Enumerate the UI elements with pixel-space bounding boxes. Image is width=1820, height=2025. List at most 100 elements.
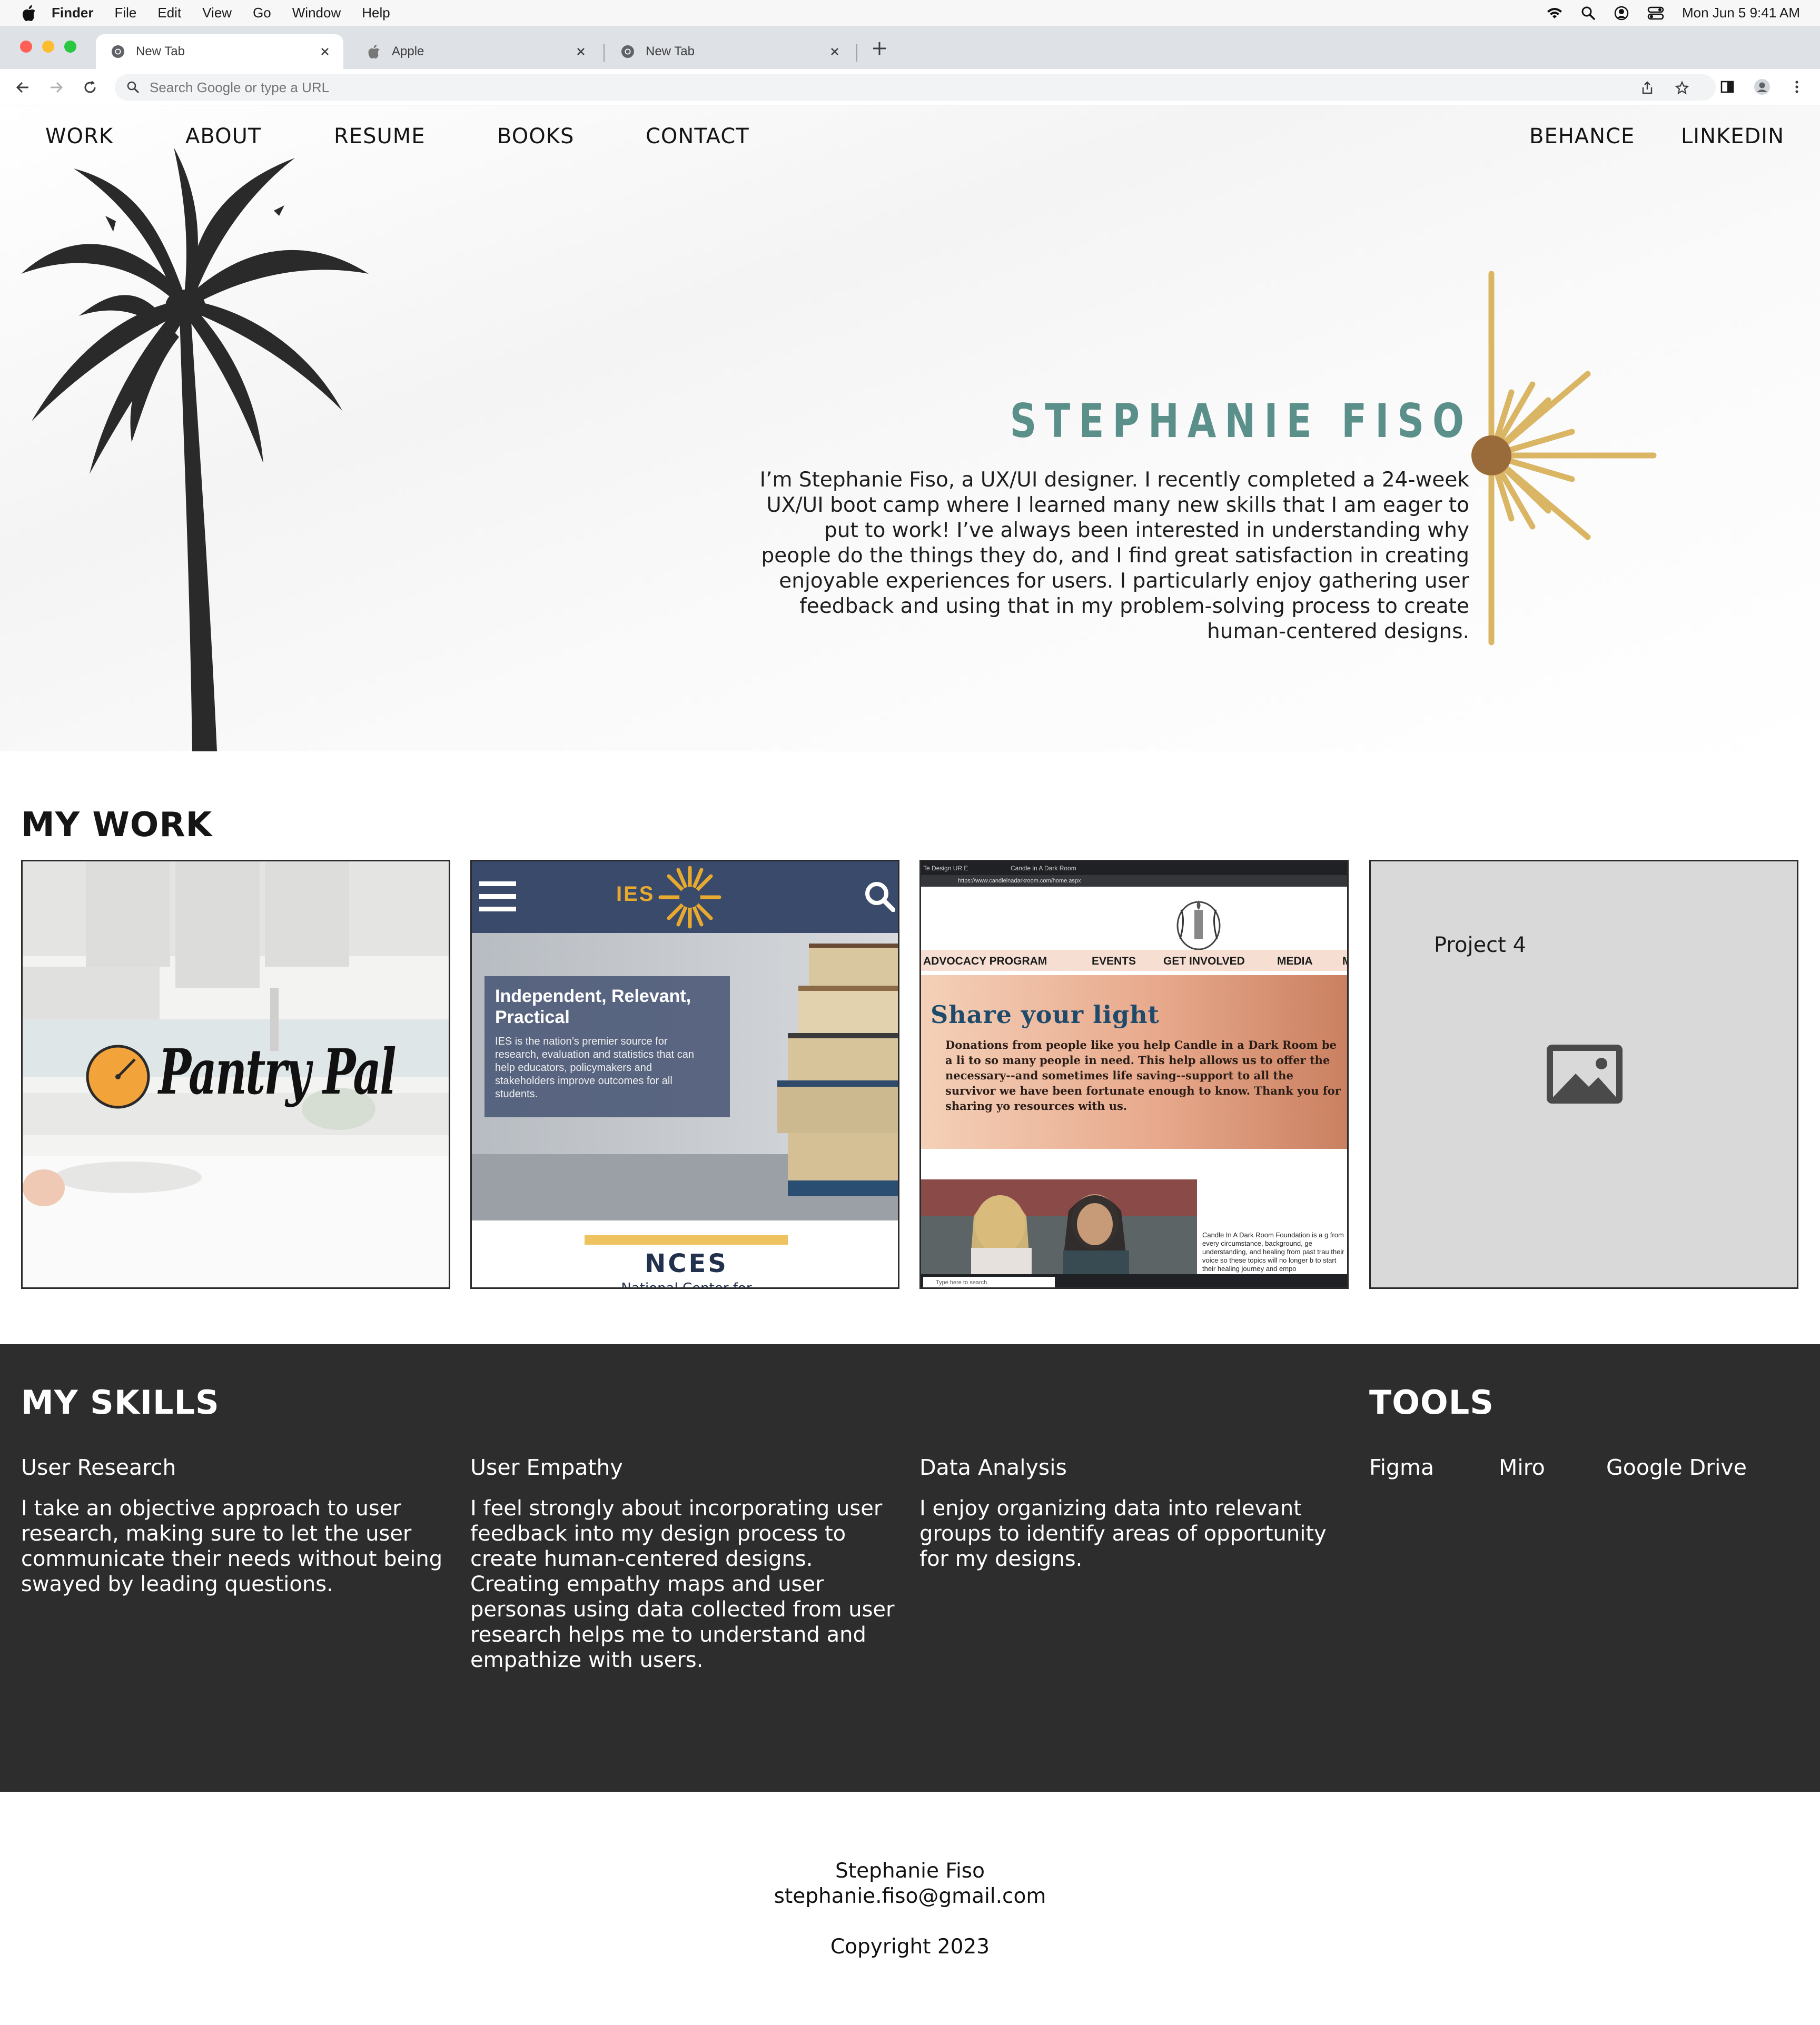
ies-description: IES is the nation’s premier source for r… [495,1036,694,1100]
sunburst-icon [1471,271,1657,646]
new-tab-plus-icon[interactable] [870,39,889,58]
browser-tab-strip: New Tab Apple New Tab [0,26,1820,69]
menu-file[interactable]: File [114,5,136,21]
hero-name-heading: STEPHANIE FISO [1010,394,1472,448]
nces-subtitle: National Center for [621,1280,752,1289]
nav-link-work[interactable]: WORK [45,124,113,148]
forward-arrow-icon[interactable] [47,78,65,96]
nces-title: NCES [645,1249,728,1278]
candle-founders-photo [921,1179,1197,1274]
nav-link-about[interactable]: ABOUT [185,124,261,148]
side-panel-icon[interactable] [1719,78,1736,95]
candle-logo-icon [1176,900,1221,950]
window-minimize-button[interactable] [42,41,54,53]
menu-go[interactable]: Go [253,5,271,21]
menu-edit[interactable]: Edit [157,5,181,21]
control-center-icon[interactable] [1647,6,1664,21]
site-footer: Stephanie Fiso stephanie.fiso@gmail.com … [0,1792,1820,2025]
skills-section: MY SKILLS User Research I take an object… [0,1344,1820,1792]
profile-avatar-icon[interactable] [1754,78,1770,95]
candle-nav-get-involved: GET INVOLVED [1163,955,1245,967]
window-zoom-button[interactable] [64,41,76,53]
candle-screenshot-urlbar: https://www.candleinadarkroom.com/home.a… [921,875,1347,887]
macos-menu-bar: Finder File Edit View Go Window Help Mon… [0,0,1820,26]
project-card-candle[interactable]: Te Design UR E Candle in A Dark Room htt… [919,860,1349,1289]
project-card-pantry-pal[interactable]: Pantry Pal [21,860,450,1289]
more-menu-icon[interactable] [1788,78,1805,95]
nav-link-contact[interactable]: CONTACT [646,124,749,148]
wifi-icon[interactable] [1546,7,1563,19]
candle-screenshot-tabbar: Te Design UR E Candle in A Dark Room [921,861,1347,875]
user-account-icon[interactable] [1614,5,1629,21]
candle-body-text: Donations from people like you help Cand… [945,1038,1341,1113]
search-icon [865,882,895,912]
menu-help[interactable]: Help [362,5,390,21]
skill-user-empathy-desc: I feel strongly about incorporating user… [470,1496,895,1672]
candle-nav-more: M [1342,955,1347,968]
browser-toolbar [0,69,1820,105]
candle-nav-bar: ADVOCACY PROGRAM EVENTS GET INVOLVED MED… [921,950,1347,971]
candle-nav-events: EVENTS [1092,955,1136,967]
nces-gold-bar [585,1235,788,1245]
hero-section: WORK ABOUT RESUME BOOKS CONTACT BEHANCE … [0,105,1820,751]
candle-taskbar: Type here to search [921,1274,1347,1287]
menu-view[interactable]: View [202,5,232,21]
candle-tab-2: Candle in A Dark Room [1011,865,1076,872]
tab-close-icon[interactable] [828,45,842,58]
image-placeholder-icon [1547,1045,1623,1104]
browser-tab-1[interactable]: New Tab [96,34,343,69]
project-card-ies[interactable]: IES Independent, Relevant, Practical IES… [470,860,899,1289]
ies-headline: Independent, Relevant, Practical [495,986,691,1027]
candle-side-text: Candle In A Dark Room Foundation is a g … [1202,1231,1344,1273]
nav-link-behance[interactable]: BEHANCE [1529,124,1635,148]
tab-close-icon[interactable] [318,45,332,58]
candle-hero-banner: Share your light Donations from people l… [921,975,1347,1149]
spotlight-search-icon[interactable] [1581,6,1596,21]
tab-close-icon[interactable] [574,45,588,58]
browser-tab-2[interactable]: Apple [352,34,599,69]
skill-user-research-desc: I take an objective approach to user res… [21,1496,443,1596]
skill-user-empathy-title: User Empathy [470,1455,623,1480]
candle-tab-1: Te Design UR E [923,865,968,872]
tab-title: New Tab [646,44,695,58]
footer-email[interactable]: stephanie.fiso@gmail.com [0,1884,1820,1908]
project-card-4[interactable]: Project 4 [1369,860,1798,1289]
my-work-heading: MY WORK [21,806,213,845]
skill-user-research-title: User Research [21,1455,176,1480]
nav-link-books[interactable]: BOOKS [497,124,574,148]
browser-tab-3[interactable]: New Tab [606,34,853,69]
skill-data-analysis-desc: I enjoy organizing data into relevant gr… [919,1496,1327,1571]
chrome-icon [112,45,124,58]
footer-copyright: Copyright 2023 [830,1935,990,1959]
apple-icon [368,44,380,59]
address-bar[interactable] [115,74,1716,101]
candle-url: https://www.candleinadarkroom.com/home.a… [958,878,1081,884]
pantry-pal-logo-text: Pantry Pal [159,1035,396,1108]
back-arrow-icon[interactable] [14,78,32,96]
reload-icon[interactable] [81,78,99,96]
nav-link-linkedin[interactable]: LINKEDIN [1681,124,1784,148]
my-skills-heading: MY SKILLS [21,1383,220,1422]
tab-divider [604,44,605,62]
tool-figma: Figma [1369,1455,1435,1480]
menu-app-name[interactable]: Finder [52,5,93,21]
apple-logo-icon[interactable] [20,4,38,22]
ies-sun-logo-icon [658,866,721,929]
chrome-icon [621,45,634,58]
menubar-clock[interactable]: Mon Jun 5 9:41 AM [1682,5,1800,21]
hero-bio-text: I’m Stephanie Fiso, a UX/UI designer. I … [759,468,1469,643]
candle-nav-advocacy: ADVOCACY PROGRAM [923,955,1047,967]
pantry-pal-orange-icon [86,1045,150,1109]
nav-link-resume[interactable]: RESUME [334,124,426,148]
project-4-title: Project 4 [1434,933,1527,957]
menu-window[interactable]: Window [292,5,341,21]
address-input[interactable] [150,79,1571,96]
ies-info-panel: Independent, Relevant, Practical IES is … [484,976,730,1117]
share-icon[interactable] [1640,81,1655,95]
candle-nav-media: MEDIA [1277,955,1313,967]
hamburger-menu-icon [479,881,516,911]
bookmark-star-icon[interactable] [1675,81,1689,95]
skill-data-analysis-title: Data Analysis [919,1455,1067,1480]
window-close-button[interactable] [20,41,32,53]
tab-title: New Tab [136,44,185,58]
